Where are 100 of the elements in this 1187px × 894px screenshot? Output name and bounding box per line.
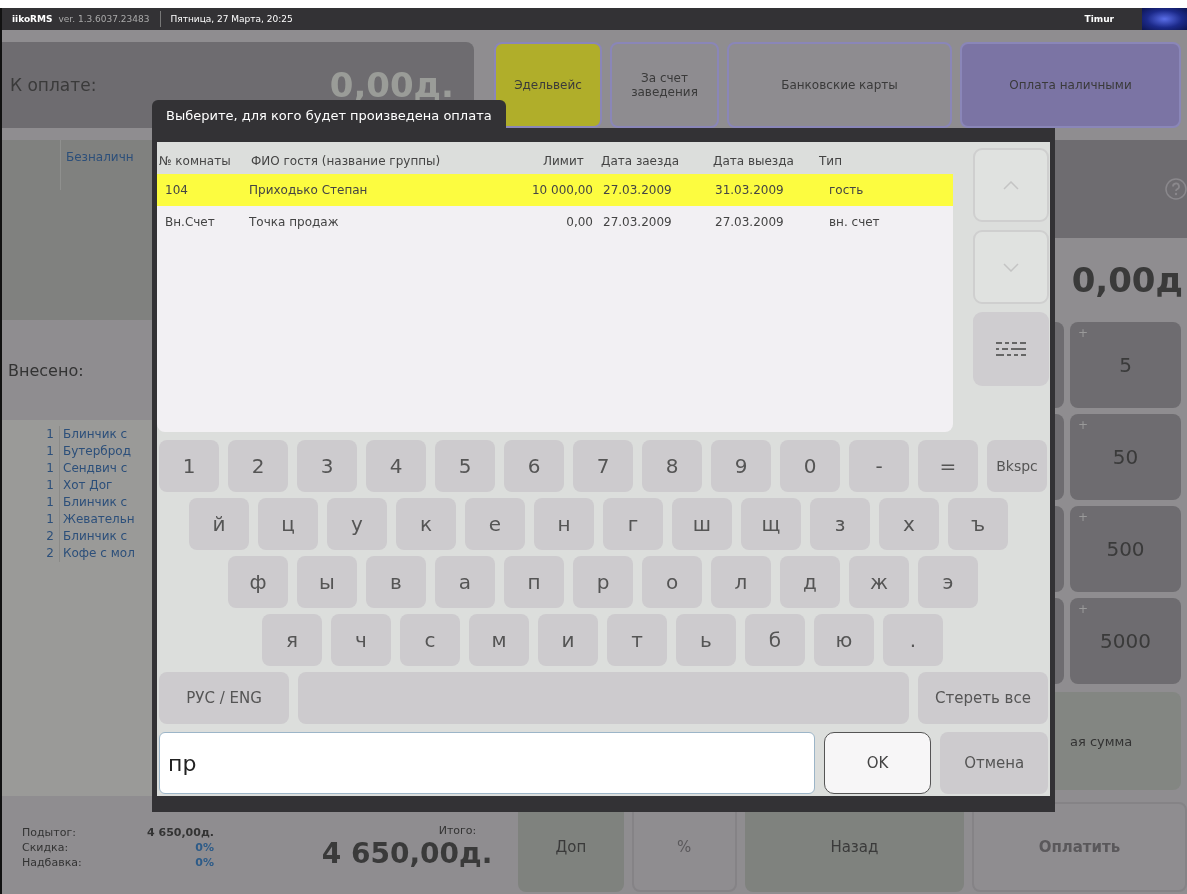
column-header: Дата выезда (712, 154, 795, 168)
help-icon[interactable] (1165, 178, 1187, 200)
keyboard-key[interactable]: 2 (228, 440, 288, 492)
keyboard-key[interactable]: м (469, 614, 529, 666)
keyboard-key[interactable]: р (573, 556, 633, 608)
markup-label: Надбавка: (22, 855, 83, 869)
keyboard-key[interactable]: н (534, 498, 594, 550)
keyboard-key[interactable]: у (327, 498, 387, 550)
item-quantity: 1 (45, 460, 55, 477)
keyboard-key[interactable]: 8 (642, 440, 702, 492)
markup-value: 0% (194, 855, 215, 869)
keyboard-key[interactable]: й (189, 498, 249, 550)
keyboard-key[interactable]: 3 (297, 440, 357, 492)
keyboard-icon (996, 341, 1026, 357)
keyboard-key[interactable]: д (780, 556, 840, 608)
column-header: Тип (818, 154, 843, 168)
payment-type-button[interactable]: Банковские карты (727, 42, 952, 128)
payment-type-button[interactable]: За счет заведения (610, 42, 719, 128)
item-name: Блинчик с (59, 528, 128, 545)
item-quantity: 1 (45, 477, 55, 494)
keyboard-key[interactable]: ь (676, 614, 736, 666)
keyboard-key[interactable]: т (607, 614, 667, 666)
clear-all-button[interactable]: Стереть все (918, 672, 1048, 724)
table-cell-text: гость (828, 183, 865, 197)
cancel-button[interactable]: Отмена (940, 732, 1048, 794)
keyboard-key[interactable]: Bkspc (987, 440, 1047, 492)
keyboard-key[interactable]: я (262, 614, 322, 666)
keyboard-key[interactable]: ц (258, 498, 318, 550)
column-header: № комнаты (158, 154, 232, 168)
dialog-title: Выберите, для кого будет произведена оплата (152, 100, 506, 129)
item-name: Бутерброд (59, 443, 131, 460)
search-field[interactable]: пр (159, 732, 815, 794)
column-header: Лимит (542, 154, 585, 168)
table-cell-text: 104 (164, 183, 189, 197)
total-value: 4 650,00д. (321, 837, 493, 870)
table-cell-text: 0,00 (565, 215, 594, 229)
language-button[interactable]: РУС / ENG (159, 672, 289, 724)
table-cell-text: вн. счет (828, 215, 881, 229)
total-label: Итого: (438, 824, 477, 837)
keyboard-key[interactable]: 0 (780, 440, 840, 492)
keyboard-key[interactable]: е (465, 498, 525, 550)
keyboard-key[interactable]: к (396, 498, 456, 550)
paid-label: Внесено: (8, 360, 84, 380)
chevron-down-icon (1003, 262, 1019, 272)
keyboard-key[interactable]: б (745, 614, 805, 666)
item-name: Кофе с мол (59, 545, 135, 562)
table-cell-text: 31.03.2009 (714, 183, 785, 197)
user-avatar (1142, 8, 1187, 30)
item-quantity: 2 (45, 545, 55, 562)
keyboard-key[interactable]: с (400, 614, 460, 666)
keyboard-key[interactable]: - (849, 440, 909, 492)
table-cell-text: Вн.Счет (164, 215, 216, 229)
keyboard-key[interactable]: а (435, 556, 495, 608)
keyboard-key[interactable]: ж (849, 556, 909, 608)
column-header: Дата заезда (600, 154, 681, 168)
keyboard-key[interactable]: и (538, 614, 598, 666)
plus-mark: + (1078, 510, 1089, 524)
keyboard-key[interactable]: ы (297, 556, 357, 608)
keyboard-key[interactable]: ш (672, 498, 732, 550)
keyboard-key[interactable]: з (810, 498, 870, 550)
version-label: ver. 1.3.6037.23483 (58, 14, 150, 24)
keyboard-key[interactable]: = (918, 440, 978, 492)
table-row[interactable]: Вн.Счет Точка продаж 0,00 27.03.2009 27.03.2009 вн. счет (157, 206, 953, 238)
item-name: Жевательн (59, 511, 135, 528)
keyboard-key[interactable]: п (504, 556, 564, 608)
keyboard-key[interactable]: 5 (435, 440, 495, 492)
amount-value: 0,00д (1071, 260, 1183, 300)
scroll-up-button[interactable] (973, 148, 1049, 222)
table-cell-text: Точка продаж (249, 215, 340, 229)
keyboard-key[interactable]: . (883, 614, 943, 666)
keyboard-key[interactable]: 9 (711, 440, 771, 492)
scroll-down-button[interactable] (973, 230, 1049, 304)
keyboard-key[interactable]: л (711, 556, 771, 608)
ok-button[interactable]: OK (823, 732, 932, 794)
subtotal-value: 4 650,00д. (146, 825, 215, 839)
column-header: ФИО гостя (название группы) (250, 154, 442, 168)
keyboard-key[interactable]: ю (814, 614, 874, 666)
keyboard-key[interactable]: х (879, 498, 939, 550)
keyboard-key[interactable]: э (918, 556, 978, 608)
payment-type-button[interactable]: Эдельвейс (494, 42, 602, 128)
keyboard-key[interactable]: щ (741, 498, 801, 550)
keyboard-key[interactable]: 4 (366, 440, 426, 492)
keyboard-key[interactable]: 1 (159, 440, 219, 492)
plus-mark: + (1078, 418, 1089, 432)
keyboard-key[interactable]: 7 (573, 440, 633, 492)
keyboard-key[interactable]: г (603, 498, 663, 550)
keyboard-toggle-button[interactable] (973, 312, 1049, 386)
keyboard-key[interactable]: в (366, 556, 426, 608)
keyboard-key[interactable]: ч (331, 614, 391, 666)
table-row[interactable]: 104 Приходько Степан 10 000,00 27.03.2009 31.03.2009 гость (157, 174, 953, 206)
date-time: Пятница, 27 Марта, 20:25 (170, 14, 293, 24)
keyboard-key[interactable]: ф (228, 556, 288, 608)
plus-mark: + (1078, 602, 1089, 616)
keyboard-key[interactable]: 6 (504, 440, 564, 492)
keyboard-key[interactable]: ъ (948, 498, 1008, 550)
payment-type-button[interactable]: Оплата наличными (960, 42, 1181, 128)
keyboard-key[interactable]: о (642, 556, 702, 608)
item-name: Хот Дог (59, 477, 113, 494)
discount-label: Скидка: (22, 840, 70, 854)
item-quantity: 2 (45, 528, 55, 545)
